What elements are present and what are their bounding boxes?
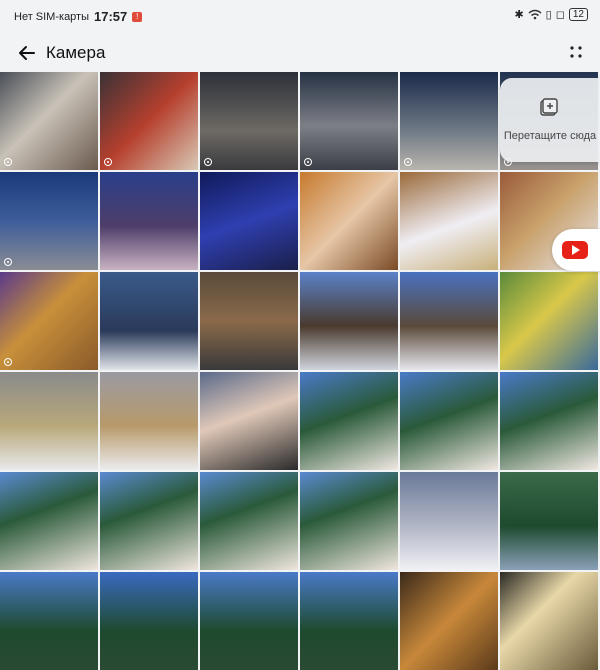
status-right: ✱ ▯ ◻ 12 xyxy=(514,8,588,21)
photo-graffiti-snake[interactable] xyxy=(500,272,598,370)
photo-bus-evening[interactable] xyxy=(0,172,98,270)
live-photo-icon xyxy=(4,358,12,366)
photo-snake-head[interactable] xyxy=(0,272,98,370)
photo-tree-top-3[interactable] xyxy=(300,572,398,670)
live-photo-icon xyxy=(4,258,12,266)
photo-tree-top-1[interactable] xyxy=(0,572,98,670)
notification-icon: ! xyxy=(132,11,143,22)
photo-red-wheel[interactable] xyxy=(100,72,198,170)
photo-selfie-couple[interactable] xyxy=(200,372,298,470)
drop-zone-label: Перетащите сюда xyxy=(503,130,597,142)
live-photo-icon xyxy=(204,158,212,166)
live-photo-icon xyxy=(104,158,112,166)
nfc-icon: ◻ xyxy=(555,9,565,21)
wifi-icon xyxy=(528,9,542,20)
battery-icon: 12 xyxy=(568,8,588,21)
photo-ornate-house[interactable] xyxy=(100,272,198,370)
photo-blue-trees-snow[interactable] xyxy=(100,172,198,270)
photo-girl-christmas-tree-2[interactable] xyxy=(400,372,498,470)
photo-tree-top-2[interactable] xyxy=(200,572,298,670)
live-photo-icon xyxy=(404,158,412,166)
photo-wooden-house-windows[interactable] xyxy=(200,272,298,370)
more-options-icon[interactable] xyxy=(566,42,586,62)
photo-tree-star[interactable] xyxy=(100,572,198,670)
photo-graffiti-wall-2[interactable] xyxy=(100,372,198,470)
photo-girl-tree-4[interactable] xyxy=(0,472,98,570)
photo-girl-snake-statue[interactable] xyxy=(300,172,398,270)
photo-ornament-closeup[interactable] xyxy=(0,72,98,170)
photo-girl-tree-7[interactable] xyxy=(300,472,398,570)
photo-night-street-car[interactable] xyxy=(300,72,398,170)
live-photo-icon xyxy=(304,158,312,166)
photo-night-street-blur-1[interactable] xyxy=(200,72,298,170)
status-bar: Нет SIM-карты 17:57 ! ✱ ▯ ◻ 12 xyxy=(0,0,600,34)
photo-snow-figure[interactable] xyxy=(400,472,498,570)
photo-dekor-sign[interactable] xyxy=(500,572,598,670)
youtube-floating-button[interactable] xyxy=(552,229,600,271)
clock: 17:57 xyxy=(94,9,128,24)
photo-girl-posing-snow[interactable] xyxy=(400,172,498,270)
back-arrow-icon[interactable] xyxy=(14,40,40,66)
photo-girl-christmas-tree-3[interactable] xyxy=(500,372,598,470)
photo-night-crossroad[interactable] xyxy=(400,72,498,170)
bluetooth-icon: ✱ xyxy=(514,9,524,21)
drop-zone[interactable]: Перетащите сюда xyxy=(500,78,600,162)
carrier-text: Нет SIM-карты xyxy=(14,10,90,23)
photo-blue-lights-tree[interactable] xyxy=(200,172,298,270)
photo-wooden-tower-house[interactable] xyxy=(300,272,398,370)
photo-house-snow[interactable] xyxy=(400,272,498,370)
app-bar: Камера xyxy=(0,34,600,72)
photo-girl-tree-5[interactable] xyxy=(100,472,198,570)
photo-tree-mirror-ball[interactable] xyxy=(500,472,598,570)
status-left: Нет SIM-карты 17:57 ! xyxy=(14,9,143,24)
photo-girl-christmas-tree-1[interactable] xyxy=(300,372,398,470)
photo-golden-leaves[interactable] xyxy=(400,572,498,670)
page-title: Камера xyxy=(46,43,106,62)
vibrate-icon: ▯ xyxy=(545,9,552,21)
add-icon xyxy=(540,98,558,116)
photo-girl-tree-6[interactable] xyxy=(200,472,298,570)
photo-graffiti-wall-1[interactable] xyxy=(0,372,98,470)
youtube-icon xyxy=(562,241,588,259)
live-photo-icon xyxy=(4,158,12,166)
